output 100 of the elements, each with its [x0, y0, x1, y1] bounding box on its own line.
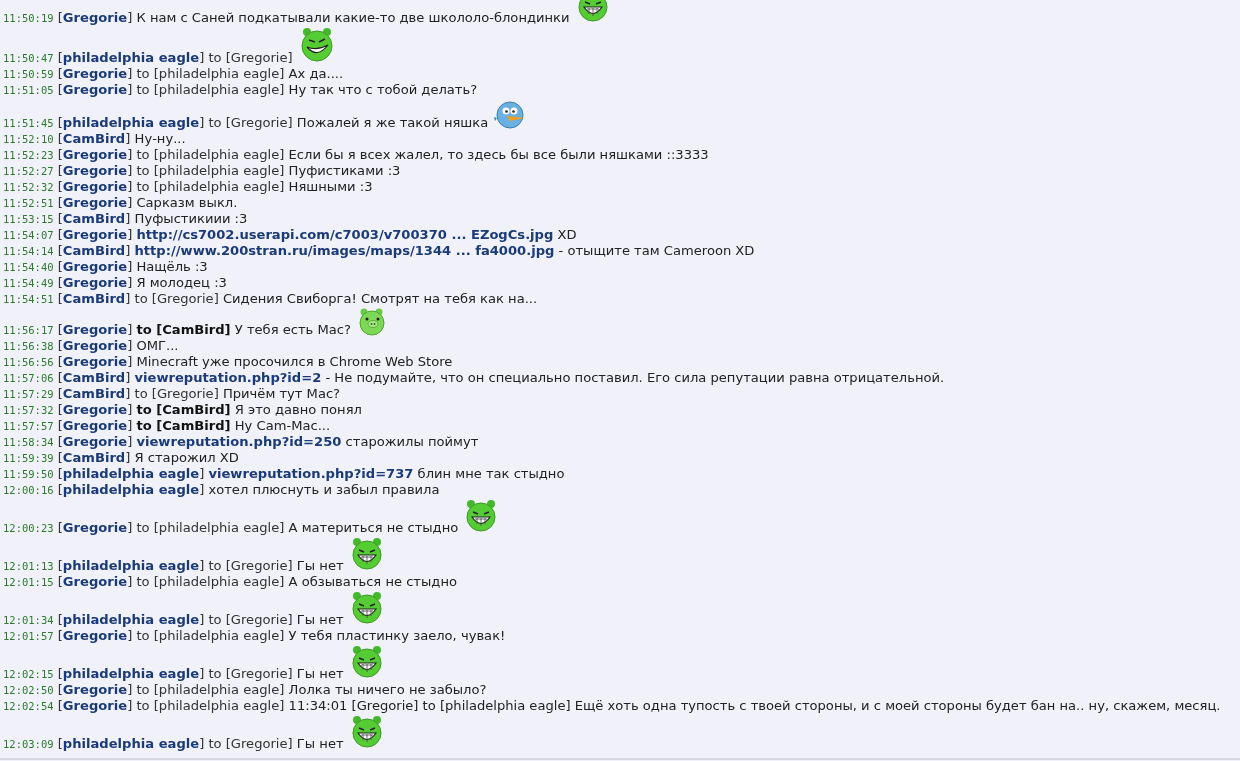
message-time: 11:50:47: [3, 52, 54, 64]
username: [philadelphia eagle]: [57, 115, 205, 130]
message-time: 12:02:54: [3, 700, 54, 712]
message-text: Сидения Свиборга! Смотрят на тебя как на...: [222, 291, 538, 306]
message-time: 11:52:23: [3, 149, 54, 161]
link[interactable]: viewreputation.php?id=737: [208, 466, 414, 481]
recipient: to [philadelphia eagle]: [136, 179, 285, 194]
recipient: to [philadelphia eagle]: [136, 698, 285, 713]
message-text: У тебя пластинку заело, чувак!: [288, 628, 506, 643]
username: [Gregorie]: [57, 628, 133, 643]
message-time: 12:02:15: [3, 668, 54, 680]
recipient: to [philadelphia eagle]: [136, 147, 285, 162]
message-time: 11:52:51: [3, 197, 54, 209]
message-time: 11:51:45: [3, 117, 54, 129]
message-time: 11:59:39: [3, 452, 54, 464]
message-text: Ах да....: [288, 66, 344, 81]
recipient: to [CamBird]: [136, 322, 231, 337]
username: [philadelphia eagle]: [57, 482, 205, 497]
message-text: Я это давно понял: [234, 402, 362, 417]
recipient: to [philadelphia eagle]: [136, 66, 285, 81]
bird-icon: [494, 98, 527, 130]
message-time: 11:57:57: [3, 420, 54, 432]
message-time: 11:57:29: [3, 388, 54, 400]
link[interactable]: http://www.200stran.ru/images/maps/1344 ... fa4000.jpg: [134, 243, 555, 258]
username: [philadelphia eagle]: [57, 612, 205, 627]
recipient: to [Gregorie]: [134, 291, 219, 306]
laughing-face-icon: [349, 714, 384, 748]
message-time: 11:57:06: [3, 372, 54, 384]
username: [CamBird]: [57, 386, 131, 401]
username: [Gregorie]: [57, 163, 133, 178]
message-time: 11:59:50: [3, 468, 54, 480]
message-time: 12:01:57: [3, 630, 54, 642]
message-text: Гы нет: [296, 736, 344, 751]
message-text: viewreputation.php?id=737 блин мне так стыдно: [208, 466, 565, 481]
username: [Gregorie]: [57, 195, 133, 210]
message-time: 12:03:09: [3, 738, 54, 750]
message-time: 12:02:50: [3, 684, 54, 696]
message-text: Я молодец :3: [136, 275, 227, 290]
grinning-face-icon: [298, 26, 335, 62]
message-text: viewreputation.php?id=2 - Не подумайте, что он специально поставил. Его сила репутации равна отрицательной.: [134, 370, 945, 385]
recipient: to [philadelphia eagle]: [136, 682, 285, 697]
message-time: 11:54:14: [3, 245, 54, 257]
message-text: http://cs7002.userapi.com/c7003/v700370 ... EZogCs.jpg XD: [136, 227, 577, 242]
username: [Gregorie]: [57, 322, 133, 337]
username: [Gregorie]: [57, 10, 133, 25]
laughing-face-icon: [349, 590, 384, 624]
username: [Gregorie]: [57, 147, 133, 162]
message-time: 11:50:59: [3, 68, 54, 80]
message-time: 11:52:27: [3, 165, 54, 177]
message-time: 11:54:07: [3, 229, 54, 241]
username: [philadelphia eagle]: [57, 736, 205, 751]
recipient: to [philadelphia eagle]: [136, 628, 285, 643]
laughing-face-icon: [464, 498, 499, 532]
username: [Gregorie]: [57, 275, 133, 290]
username: [CamBird]: [57, 131, 131, 146]
username: [Gregorie]: [57, 520, 133, 535]
username: [Gregorie]: [57, 698, 133, 713]
username: [philadelphia eagle]: [57, 666, 205, 681]
recipient: to [Gregorie]: [208, 666, 293, 681]
recipient: to [philadelphia eagle]: [136, 520, 285, 535]
message-text: Ну так что с тобой делать?: [288, 82, 478, 97]
message-time: 11:52:32: [3, 181, 54, 193]
message-time: 12:01:34: [3, 614, 54, 626]
message-text: Пожалей я же такой няшка: [296, 115, 489, 130]
message-text: ОМГ...: [136, 338, 179, 353]
message-text: Гы нет: [296, 666, 344, 681]
message-time: 12:00:16: [3, 484, 54, 496]
message-text: viewreputation.php?id=250 старожилы поймут: [136, 434, 479, 449]
message-time: 11:50:19: [3, 12, 54, 24]
link[interactable]: http://cs7002.userapi.com/c7003/v700370 ... EZogCs.jpg: [136, 227, 554, 242]
message-text: Сарказм выкл.: [136, 195, 238, 210]
laughing-face-icon: [349, 644, 384, 678]
username: [Gregorie]: [57, 434, 133, 449]
recipient: to [CamBird]: [136, 402, 231, 417]
recipient: to [Gregorie]: [208, 115, 293, 130]
message-text: А обзываться не стыдно: [288, 574, 457, 589]
username: [Gregorie]: [57, 66, 133, 81]
message-time: 11:52:10: [3, 133, 54, 145]
username: [Gregorie]: [57, 354, 133, 369]
username: [Gregorie]: [57, 82, 133, 97]
message-time: 12:00:23: [3, 522, 54, 534]
link[interactable]: viewreputation.php?id=250: [136, 434, 342, 449]
username: [philadelphia eagle]: [57, 50, 205, 65]
message-time: 11:53:15: [3, 213, 54, 225]
message-text: Ну-ну...: [134, 131, 186, 146]
message-text: http://www.200stran.ru/images/maps/1344 ... fa4000.jpg - отыщите там Cameroon XD: [134, 243, 755, 258]
recipient: to [philadelphia eagle]: [136, 163, 285, 178]
username: [Gregorie]: [57, 338, 133, 353]
username: [CamBird]: [57, 291, 131, 306]
message-text: Причём тут Mac?: [222, 386, 341, 401]
message-time: 11:56:17: [3, 324, 54, 336]
link[interactable]: viewreputation.php?id=2: [134, 370, 322, 385]
username: [Gregorie]: [57, 227, 133, 242]
message-text: А материться не стыдно: [288, 520, 459, 535]
message-time: 11:56:38: [3, 340, 54, 352]
message-time: 11:57:32: [3, 404, 54, 416]
message-time: 11:54:49: [3, 277, 54, 289]
message-text: хотел плюснуть и забыл правила: [208, 482, 440, 497]
message-text: Пуфистиками :3: [288, 163, 401, 178]
username: [philadelphia eagle]: [57, 466, 205, 481]
